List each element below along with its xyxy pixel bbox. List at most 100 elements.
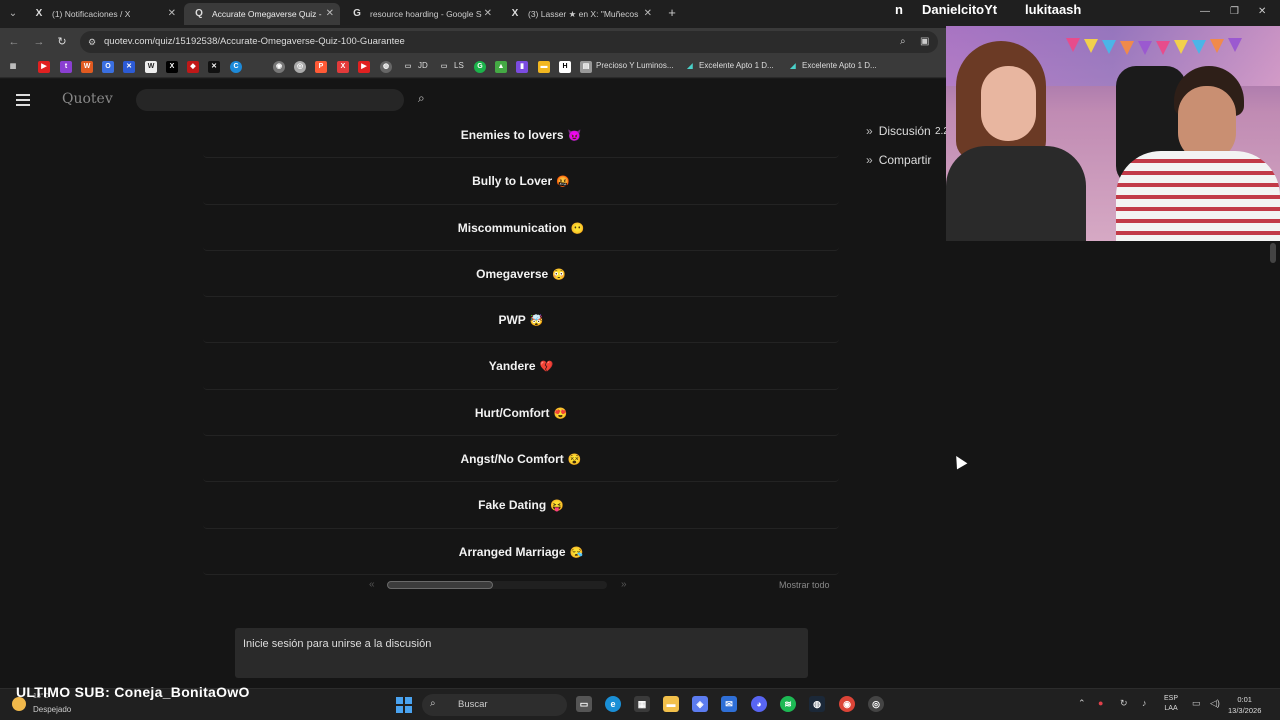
volume-icon[interactable]: ◁) [1210,698,1220,709]
spotify-icon[interactable]: ≋ [780,696,796,712]
language-indicator[interactable]: ESP LAA [1164,694,1178,714]
patreon-icon[interactable]: P [315,61,327,73]
edge-icon[interactable]: e [605,696,621,712]
task-view-icon[interactable]: ▭ [576,696,592,712]
store-icon[interactable]: ▦ [634,696,650,712]
discord-icon[interactable]: ◕ [751,696,767,712]
x-logo-icon: X [35,8,43,19]
windows-start-icon[interactable] [396,697,412,713]
bookmark-icon[interactable]: ◆ [187,61,199,73]
quiz-answer[interactable]: Fake Dating 😝 [203,482,839,529]
tab-lasser-x[interactable]: X (3) Lasser ★ en X: "Muñecos de ✕ [500,3,658,25]
share-link[interactable]: » Compartir [866,153,931,167]
folder-icon[interactable]: ▭ [402,61,414,73]
bookmark-icon[interactable]: W [145,61,157,73]
bookmark-link[interactable]: Excelente Apto 1 D... [699,61,774,70]
back-arrow-icon[interactable]: ← [6,34,22,50]
zoom-icon[interactable]: ⌕ [900,36,906,47]
x-logo-icon: X [511,8,519,19]
chevron-up-icon[interactable]: ⌃ [1078,698,1086,709]
answers-scrollbar[interactable] [387,581,607,589]
bookmark-icon[interactable]: ◢ [684,61,696,73]
youtube-icon[interactable]: ▶ [38,61,50,73]
close-icon[interactable]: ✕ [168,3,176,25]
bookmark-icon[interactable]: O [102,61,114,73]
microphone-icon[interactable]: ♪ [1142,698,1147,708]
new-tab-button[interactable]: + [664,4,680,22]
pager-next-button[interactable]: » [621,579,627,590]
tray-app-icon[interactable]: ● [1098,698,1103,708]
maximize-icon[interactable]: ❐ [1230,6,1239,17]
bookmark-link[interactable]: Precioso Y Luminos... [596,61,674,70]
globe-icon[interactable]: ◍ [380,61,392,73]
mail-icon[interactable]: ✉ [721,696,737,712]
youtube-icon[interactable]: ▶ [358,61,370,73]
sync-icon[interactable]: ↻ [1120,698,1128,709]
close-window-icon[interactable]: ✕ [1258,6,1266,17]
minimize-icon[interactable]: — [1200,6,1210,17]
page-scrollbar-thumb[interactable] [1270,243,1276,263]
bookmark-icon[interactable]: ◢ [787,61,799,73]
network-icon[interactable]: ▭ [1192,698,1201,709]
quiz-answer[interactable]: Enemies to lovers 😈 [203,112,839,159]
site-info-icon[interactable]: ⚙ [88,36,100,48]
tab-omegaverse-quiz[interactable]: Q Accurate Omegaverse Quiz - 10 ✕ [184,3,340,25]
quiz-answer[interactable]: PWP 🤯 [203,297,839,344]
forward-arrow-icon[interactable]: → [31,34,47,50]
bookmark-icon[interactable]: ▤ [580,61,592,73]
quiz-answer[interactable]: Hurt/Comfort 😍 [203,390,839,437]
tab-search-button[interactable]: ⌄ [4,5,22,23]
bookmark-folder-label[interactable]: LS [454,61,464,70]
bookmark-folder-label[interactable]: JD [418,61,428,70]
twitch-icon[interactable]: t [60,61,72,73]
tab-google-search[interactable]: G resource hoarding - Google Se ✕ [342,3,498,25]
bookmark-icon[interactable]: ◉ [273,61,285,73]
install-app-icon[interactable]: ▣ [920,36,929,47]
folder-icon[interactable]: ▭ [438,61,450,73]
discussion-link[interactable]: » Discusión [866,124,931,138]
bookmark-icon[interactable]: ◎ [294,61,306,73]
x-logo-icon[interactable]: X [166,61,178,73]
bookmark-icon[interactable]: H [559,61,571,73]
tab-notifications[interactable]: X (1) Notificaciones / X ✕ [24,3,182,25]
bookmark-icon[interactable]: ▮ [516,61,528,73]
close-icon[interactable]: ✕ [484,3,492,25]
site-search-input[interactable] [136,89,404,111]
address-bar[interactable]: ⚙ quotev.com/quiz/15192538/Accurate-Omeg… [80,31,938,53]
tab-title: resource hoarding - Google Se [370,9,482,19]
quiz-answer[interactable]: Miscommunication 😶 [203,205,839,251]
bookmark-icon[interactable]: ▲ [495,61,507,73]
quiz-answer[interactable]: Angst/No Comfort 😵 [203,436,839,483]
menu-icon[interactable] [16,94,30,109]
copilot-icon[interactable]: ◈ [692,696,708,712]
steam-icon[interactable]: ◍ [809,696,825,712]
quotev-logo[interactable]: Quotev [62,91,113,107]
search-icon[interactable]: ⌕ [418,91,432,105]
bookmark-icon[interactable]: C [230,61,242,73]
show-all-link[interactable]: Mostrar todo [779,580,830,590]
apps-grid-icon[interactable]: ▦ [7,61,19,73]
bookmark-icon[interactable]: G [474,61,486,73]
taskbar-search[interactable]: ⌕ Buscar [422,694,567,716]
login-to-discuss-box[interactable]: Inicie sesión para unirse a la discusión [235,628,808,678]
system-clock[interactable]: 0:01 13/3/2026 [1228,694,1261,716]
quiz-answer[interactable]: Yandere 💔 [203,343,839,390]
scrollbar-thumb[interactable] [387,581,493,589]
quiz-answer[interactable]: Omegaverse 😳 [203,251,839,298]
bookmark-icon[interactable]: W [81,61,93,73]
bookmark-link[interactable]: Excelente Apto 1 D... [802,61,877,70]
file-explorer-icon[interactable]: ▬ [663,696,679,712]
close-icon[interactable]: ✕ [644,3,652,25]
quiz-answer[interactable]: Arranged Marriage 😪 [203,529,839,575]
obs-icon[interactable]: ◎ [868,696,884,712]
quiz-answer-list: Enemies to lovers 😈 Bully to Lover 🤬 Misco… [203,112,839,575]
bookmark-icon[interactable]: ✕ [123,61,135,73]
bookmark-icon[interactable]: X [337,61,349,73]
bookmark-icon[interactable]: ▬ [538,61,550,73]
bookmark-icon[interactable]: ✕ [208,61,220,73]
close-icon[interactable]: ✕ [326,3,334,25]
quiz-answer[interactable]: Bully to Lover 🤬 [203,158,839,205]
pager-prev-button[interactable]: « [369,579,375,590]
chrome-icon[interactable]: ◉ [839,696,855,712]
reload-icon[interactable]: ↻ [54,34,70,50]
